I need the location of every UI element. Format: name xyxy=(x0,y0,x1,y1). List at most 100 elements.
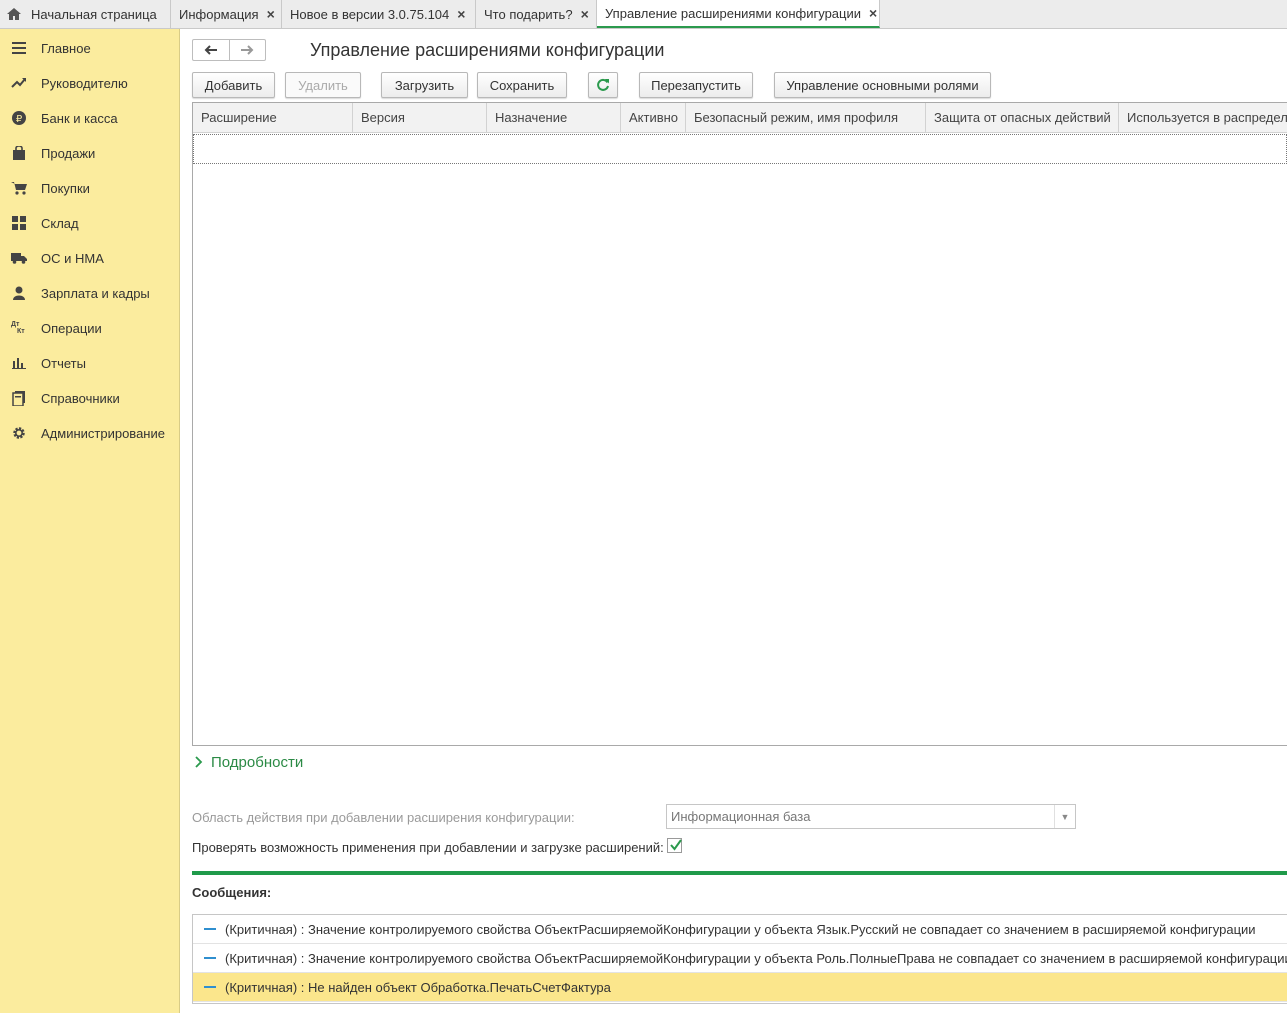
dash-icon xyxy=(204,928,216,930)
message-text: (Критичная) : Не найден объект Обработка… xyxy=(225,979,611,995)
dt-kt-icon: Дт Кт xyxy=(11,320,27,336)
close-icon[interactable]: × xyxy=(267,6,275,22)
close-icon[interactable]: × xyxy=(869,5,877,21)
sidebar-item-label: Операции xyxy=(41,320,102,336)
column-header[interactable]: Защита от опасных действий xyxy=(926,103,1119,132)
restart-button[interactable]: Перезапустить xyxy=(639,72,753,98)
column-header[interactable]: Назначение xyxy=(487,103,621,132)
page-title: Управление расширениями конфигурации xyxy=(310,40,665,60)
delete-button[interactable]: Удалить xyxy=(285,72,361,98)
scope-value: Информационная база xyxy=(671,809,811,824)
scope-label: Область действия при добавлении расширен… xyxy=(192,810,575,825)
load-button[interactable]: Загрузить xyxy=(381,72,468,98)
sidebar-item-sales[interactable]: Продажи xyxy=(0,141,179,165)
books-icon xyxy=(11,390,27,406)
history-nav xyxy=(192,39,266,61)
refresh-icon xyxy=(597,78,609,91)
sidebar-item-label: ОС и НМА xyxy=(41,250,104,266)
sidebar-item-bank[interactable]: ₽ Банк и касса xyxy=(0,106,179,130)
tab-label: Информация xyxy=(179,6,259,22)
extensions-table[interactable]: Расширение Версия Назначение Активно Без… xyxy=(192,102,1287,746)
trend-icon xyxy=(11,75,27,91)
forward-button[interactable] xyxy=(228,40,266,60)
sidebar-item-label: Склад xyxy=(41,215,79,231)
tab-gift[interactable]: Что подарить? × xyxy=(476,0,597,28)
back-button[interactable] xyxy=(193,40,229,60)
table-row[interactable] xyxy=(193,134,1287,164)
messages-divider xyxy=(192,871,1287,875)
column-header[interactable]: Активно xyxy=(621,103,686,132)
ruble-icon: ₽ xyxy=(11,110,27,126)
tab-information[interactable]: Информация × xyxy=(171,0,282,28)
sidebar-item-label: Руководителю xyxy=(41,75,128,91)
add-button[interactable]: Добавить xyxy=(192,72,275,98)
arrow-right-icon xyxy=(241,45,254,55)
chevron-right-icon xyxy=(195,755,203,771)
menu-icon xyxy=(11,40,27,56)
sidebar: Главное Руководителю ₽ Банк и касса Прод… xyxy=(0,29,180,1013)
dt-label: Дт xyxy=(11,321,20,328)
svg-text:₽: ₽ xyxy=(16,114,23,125)
arrow-left-icon xyxy=(204,45,217,55)
bar-chart-icon xyxy=(11,355,27,371)
sidebar-item-administration[interactable]: Администрирование xyxy=(0,421,179,445)
message-text: (Критичная) : Значение контролируемого с… xyxy=(225,950,1287,966)
messages-list: (Критичная) : Значение контролируемого с… xyxy=(192,914,1287,1004)
dash-icon xyxy=(204,957,216,959)
list-item[interactable]: (Критичная) : Значение контролируемого с… xyxy=(193,944,1287,973)
tab-label: Начальная страница xyxy=(31,6,157,22)
check-apply-checkbox[interactable] xyxy=(667,838,682,853)
column-header[interactable]: Безопасный режим, имя профиля xyxy=(686,103,926,132)
tab-label: Новое в версии 3.0.75.104 xyxy=(290,6,450,22)
close-icon[interactable]: × xyxy=(457,6,465,22)
chevron-down-icon[interactable]: ▼ xyxy=(1054,805,1075,828)
sidebar-item-label: Главное xyxy=(41,40,91,56)
sidebar-item-label: Зарплата и кадры xyxy=(41,285,150,301)
kt-label: Кт xyxy=(17,328,25,335)
table-header: Расширение Версия Назначение Активно Без… xyxy=(193,103,1287,133)
person-icon xyxy=(11,285,27,301)
sidebar-item-operations[interactable]: Дт Кт Операции xyxy=(0,316,179,340)
tab-label: Управление расширениями конфигурации xyxy=(605,5,862,21)
sidebar-item-main[interactable]: Главное xyxy=(0,36,179,60)
save-button[interactable]: Сохранить xyxy=(477,72,567,98)
sidebar-item-manager[interactable]: Руководителю xyxy=(0,71,179,95)
tab-whats-new[interactable]: Новое в версии 3.0.75.104 × xyxy=(282,0,476,28)
tab-extensions[interactable]: Управление расширениями конфигурации × xyxy=(597,0,880,28)
column-header[interactable]: Версия xyxy=(353,103,487,132)
list-item[interactable]: (Критичная) : Не найден объект Обработка… xyxy=(193,973,1287,1002)
list-item[interactable]: (Критичная) : Значение контролируемого с… xyxy=(193,915,1287,944)
refresh-button[interactable] xyxy=(588,72,618,98)
dash-icon xyxy=(204,986,216,988)
main-content: Управление расширениями конфигурации Доб… xyxy=(181,29,1287,1013)
details-toggle[interactable]: Подробности xyxy=(195,754,303,771)
sidebar-item-label: Продажи xyxy=(41,145,96,161)
sidebar-item-reports[interactable]: Отчеты xyxy=(0,351,179,375)
sidebar-item-salary[interactable]: Зарплата и кадры xyxy=(0,281,179,305)
sidebar-item-label: Справочники xyxy=(41,390,120,406)
sidebar-item-directories[interactable]: Справочники xyxy=(0,386,179,410)
close-icon[interactable]: × xyxy=(581,6,589,22)
scope-select[interactable]: Информационная база ▼ xyxy=(666,804,1076,829)
messages-title: Сообщения: xyxy=(192,885,272,900)
truck-icon xyxy=(11,250,27,266)
manage-roles-button[interactable]: Управление основными ролями xyxy=(774,72,991,98)
sidebar-item-label: Покупки xyxy=(41,180,90,196)
bag-icon xyxy=(11,145,27,161)
home-icon xyxy=(6,6,22,22)
tab-home[interactable]: Начальная страница xyxy=(0,0,171,28)
sidebar-item-label: Банк и касса xyxy=(41,110,118,126)
check-apply-label: Проверять возможность применения при доб… xyxy=(192,840,664,855)
message-text: (Критичная) : Значение контролируемого с… xyxy=(225,921,1256,937)
sidebar-item-warehouse[interactable]: Склад xyxy=(0,211,179,235)
column-header[interactable]: Используется в распределе xyxy=(1119,103,1287,132)
cart-icon xyxy=(11,180,27,196)
gear-icon xyxy=(11,425,27,441)
sidebar-item-fixed-assets[interactable]: ОС и НМА xyxy=(0,246,179,270)
column-header[interactable]: Расширение xyxy=(193,103,353,132)
sidebar-item-label: Администрирование xyxy=(41,425,165,441)
checkmark-icon xyxy=(670,839,682,851)
tab-label: Что подарить? xyxy=(484,6,573,22)
sidebar-item-purchases[interactable]: Покупки xyxy=(0,176,179,200)
details-label: Подробности xyxy=(211,754,304,771)
